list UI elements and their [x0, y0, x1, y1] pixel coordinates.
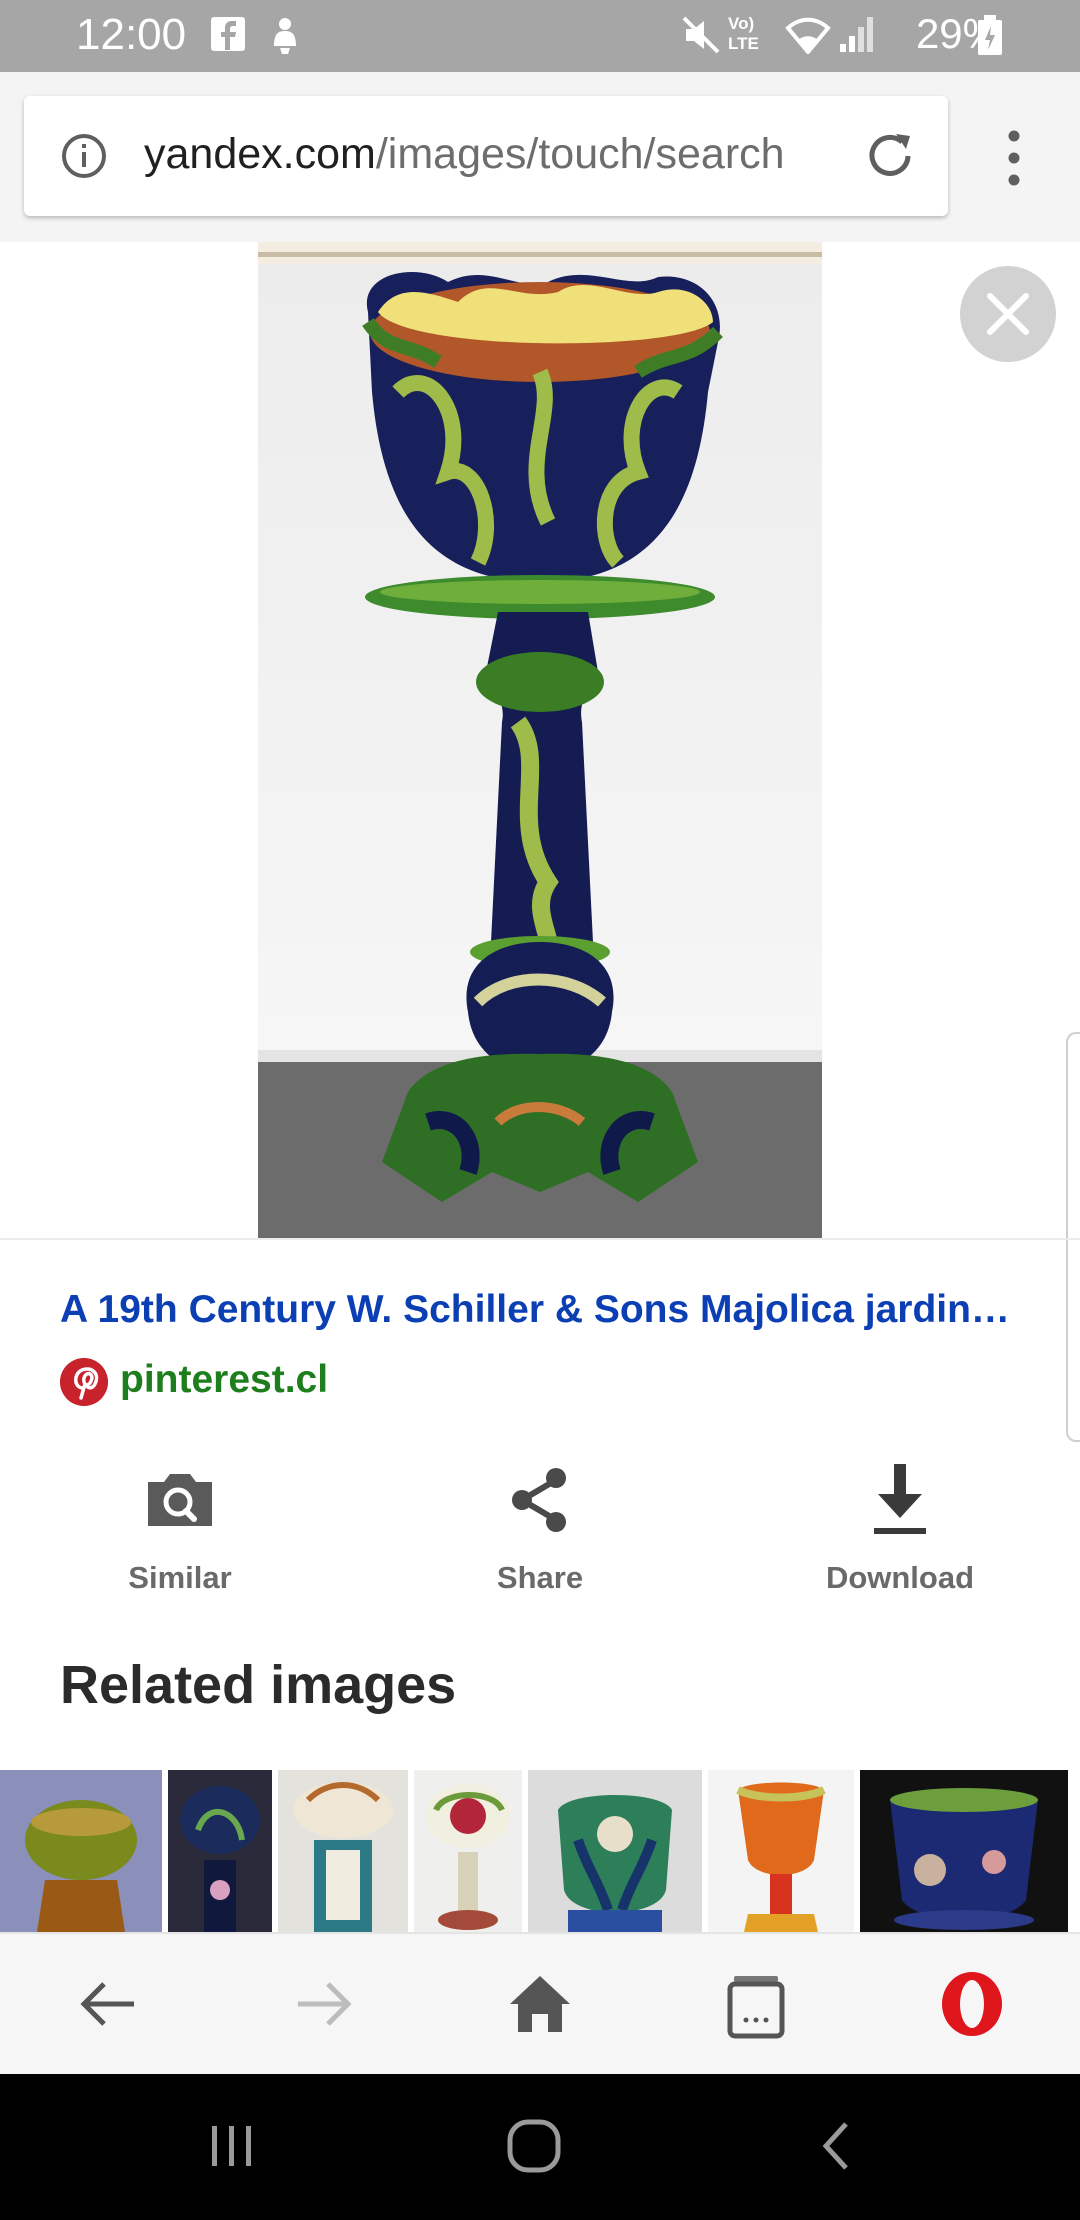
related-images-heading: Related images	[60, 1655, 457, 1715]
camera-search-icon	[148, 1474, 212, 1526]
back-arrow-icon[interactable]	[66, 1962, 150, 2046]
facebook-icon	[211, 17, 245, 51]
related-thumb[interactable]	[860, 1770, 1068, 1932]
pinterest-icon	[60, 1358, 108, 1406]
related-thumb-image	[414, 1770, 522, 1932]
related-images-strip	[0, 1770, 1080, 1932]
opera-icon[interactable]	[930, 1962, 1014, 2046]
related-thumb-image	[860, 1770, 1068, 1932]
info-icon[interactable]	[58, 130, 110, 182]
system-navigation-bar	[0, 2074, 1080, 2220]
url-domain: yandex.com	[144, 130, 376, 178]
recent-apps-icon[interactable]	[200, 2114, 264, 2178]
jardiniere-photo	[258, 242, 822, 1238]
forward-arrow-icon[interactable]	[282, 1962, 366, 2046]
download-label: Download	[825, 1560, 975, 1595]
url-path: /images/touch/search	[375, 130, 785, 178]
reload-icon[interactable]	[860, 126, 920, 186]
notification-icon	[274, 18, 296, 54]
status-time: 12:00	[76, 10, 187, 59]
volte-label: Vo) LTE	[728, 14, 759, 53]
close-button[interactable]	[960, 266, 1056, 362]
related-thumb-image	[0, 1770, 162, 1932]
share-icon	[512, 1468, 566, 1532]
status-bar: 12:00 Vo) LTE 29%	[0, 0, 1080, 72]
browser-bottom-bar	[0, 1932, 1080, 2074]
next-image-tab[interactable]	[1066, 1032, 1080, 1442]
browser-toolbar: yandex.com/images/touch/search	[0, 72, 1080, 242]
related-thumb-image	[708, 1770, 854, 1932]
battery-charging-icon	[978, 15, 1002, 55]
tabs-icon[interactable]	[714, 1962, 798, 2046]
url-text[interactable]: yandex.com/images/touch/search	[144, 130, 854, 179]
similar-button[interactable]: Similar	[60, 1460, 300, 1610]
divider	[0, 1238, 1080, 1240]
related-thumb-image	[528, 1770, 702, 1932]
result-title-link[interactable]: A 19th Century W. Schiller & Sons Majoli…	[60, 1288, 1020, 1332]
download-button[interactable]: Download	[780, 1460, 1020, 1610]
address-bar[interactable]: yandex.com/images/touch/search	[24, 96, 948, 216]
share-label: Share	[496, 1560, 584, 1595]
related-thumb[interactable]	[168, 1770, 272, 1932]
home-button-icon[interactable]	[502, 2114, 566, 2178]
mute-icon	[682, 16, 720, 54]
wifi-icon	[785, 17, 831, 54]
download-icon	[874, 1464, 926, 1534]
related-thumb[interactable]	[278, 1770, 408, 1932]
related-thumb[interactable]	[0, 1770, 162, 1932]
menu-icon[interactable]	[996, 128, 1032, 188]
signal-icon	[840, 17, 873, 52]
source-name: pinterest.cl	[120, 1358, 329, 1401]
related-thumb[interactable]	[414, 1770, 522, 1932]
related-thumb[interactable]	[528, 1770, 702, 1932]
main-image[interactable]	[258, 242, 822, 1238]
home-icon[interactable]	[498, 1962, 582, 2046]
similar-label: Similar	[128, 1560, 232, 1595]
related-thumb-image	[278, 1770, 408, 1932]
system-back-icon[interactable]	[806, 2114, 870, 2178]
share-button[interactable]: Share	[420, 1460, 660, 1610]
related-thumb-image	[168, 1770, 272, 1932]
close-icon	[987, 293, 1029, 335]
image-viewer: A 19th Century W. Schiller & Sons Majoli…	[0, 242, 1080, 1932]
related-thumb[interactable]	[708, 1770, 854, 1932]
